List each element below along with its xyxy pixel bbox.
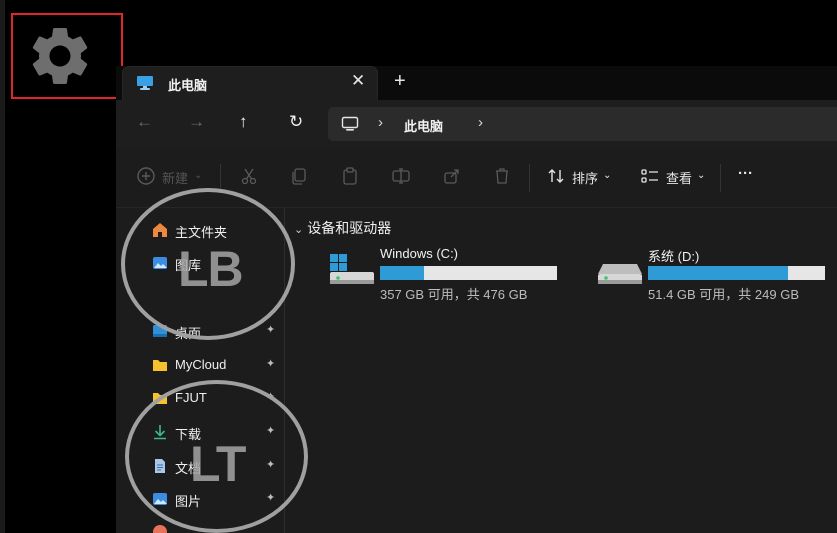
sidebar-item-label: 桌面	[175, 326, 202, 341]
close-tab-button[interactable]: ✕	[351, 71, 365, 91]
cut-icon[interactable]	[239, 166, 259, 186]
sort-button[interactable]: 排序	[572, 168, 598, 187]
drive-free-space: 357 GB 可用，共 476 GB	[380, 287, 528, 302]
home-icon	[153, 223, 167, 237]
sort-icon	[548, 169, 564, 183]
windows-drive-icon	[330, 254, 374, 284]
pin-icon[interactable]: ✦	[266, 323, 275, 336]
tab-title: 此电脑	[168, 78, 208, 93]
new-dropdown-chevron-icon[interactable]: ⌄	[194, 170, 202, 181]
monitor-icon	[341, 116, 359, 131]
pane-divider[interactable]	[284, 208, 285, 533]
new-tab-button[interactable]: +	[394, 70, 406, 93]
monitor-icon	[137, 76, 153, 90]
drive-usage-fill	[380, 266, 425, 280]
navigation-bar: ← → ↑ ↻ › 此电脑 ›	[116, 100, 837, 148]
music-icon	[153, 525, 167, 533]
sidebar-item-fjut[interactable]: FJUT ✦	[148, 387, 284, 409]
drive-usage-bar	[380, 266, 557, 280]
file-explorer-window: 此电脑 ✕ + ← → ↑ ↻ › 此电脑 › 新建 ⌄ 排序 ⌄ 查看 ⌄ ·…	[116, 66, 837, 533]
download-icon	[154, 425, 166, 440]
view-dropdown-chevron-icon[interactable]: ⌄	[697, 170, 705, 181]
sidebar-item-downloads[interactable]: 下载 ✦	[148, 421, 284, 443]
delete-icon[interactable]	[492, 166, 512, 186]
section-title: 设备和驱动器	[307, 220, 392, 236]
settings-gear-button[interactable]	[11, 13, 123, 99]
sidebar-item-desktop[interactable]: 桌面 ✦	[148, 320, 284, 342]
drive-name: Windows (C:)	[380, 246, 459, 261]
address-bar[interactable]: › 此电脑 ›	[328, 107, 837, 141]
folder-icon	[153, 393, 167, 404]
sidebar-item-partial[interactable]	[148, 521, 284, 533]
document-icon	[155, 459, 165, 473]
more-options-button[interactable]: ···	[738, 165, 753, 182]
sidebar-item-home[interactable]: 主文件夹	[148, 219, 284, 241]
divider	[529, 164, 530, 192]
folder-icon	[153, 360, 167, 371]
tab-strip: 此电脑 ✕ +	[116, 66, 837, 100]
new-button[interactable]: 新建	[162, 168, 188, 187]
sidebar-item-label: MyCloud	[175, 357, 227, 372]
sidebar-item-gallery[interactable]: 图库	[148, 252, 284, 274]
up-button[interactable]: ↑	[239, 112, 248, 132]
pin-icon[interactable]: ✦	[266, 458, 275, 471]
drive-d[interactable]: 系统 (D:) 51.4 GB 可用，共 249 GB	[597, 244, 837, 304]
breadcrumb-this-pc[interactable]: 此电脑	[404, 116, 443, 135]
sidebar-item-mycloud[interactable]: MyCloud ✦	[148, 354, 284, 376]
share-icon[interactable]	[442, 166, 462, 186]
sidebar-item-label: 主文件夹	[175, 225, 228, 240]
view-button[interactable]: 查看	[666, 168, 692, 187]
drive-name: 系统 (D:)	[648, 249, 700, 264]
plus-circle-icon	[137, 167, 155, 185]
drive-usage-bar	[648, 266, 825, 280]
drive-usage-fill	[648, 266, 788, 280]
back-button[interactable]: ←	[136, 112, 153, 132]
pin-icon[interactable]: ✦	[266, 424, 275, 437]
command-bar: 新建 ⌄ 排序 ⌄ 查看 ⌄ ···	[116, 148, 837, 208]
copy-icon[interactable]	[289, 166, 309, 186]
forward-button[interactable]: →	[188, 112, 205, 132]
drive-free-space: 51.4 GB 可用，共 249 GB	[648, 287, 800, 302]
pictures-icon	[153, 493, 167, 505]
breadcrumb-chevron-icon[interactable]: ›	[478, 114, 483, 131]
divider	[720, 164, 721, 192]
pin-icon[interactable]: ✦	[266, 390, 275, 403]
paste-icon[interactable]	[340, 166, 360, 186]
sidebar-item-label: 图片	[175, 494, 202, 509]
sidebar-item-label: 图库	[175, 258, 202, 273]
sidebar-item-pictures[interactable]: 图片 ✦	[148, 488, 284, 510]
pin-icon[interactable]: ✦	[266, 491, 275, 504]
tab-this-pc[interactable]: 此电脑 ✕	[122, 66, 378, 100]
divider	[220, 164, 221, 192]
gallery-icon	[153, 257, 167, 269]
hard-drive-icon	[598, 264, 642, 284]
sidebar-item-label: FJUT	[175, 390, 207, 405]
pin-icon[interactable]: ✦	[266, 357, 275, 370]
gear-icon	[32, 27, 88, 84]
breadcrumb-chevron-icon[interactable]: ›	[378, 114, 383, 131]
left-edge-strip	[0, 0, 5, 533]
sidebar-item-documents[interactable]: 文档 ✦	[148, 455, 284, 477]
rename-icon[interactable]	[391, 166, 411, 186]
desktop-icon	[153, 325, 167, 337]
drive-c[interactable]: Windows (C:) 357 GB 可用，共 476 GB	[329, 244, 569, 304]
refresh-button[interactable]: ↻	[289, 112, 303, 132]
sidebar-item-label: 文档	[175, 461, 202, 476]
collapse-chevron-icon[interactable]: ⌄	[294, 224, 303, 236]
sort-dropdown-chevron-icon[interactable]: ⌄	[603, 170, 611, 181]
section-header-devices[interactable]: ⌄ 设备和驱动器	[294, 218, 391, 238]
view-icon	[641, 169, 658, 183]
sidebar-item-label: 下载	[175, 427, 202, 442]
